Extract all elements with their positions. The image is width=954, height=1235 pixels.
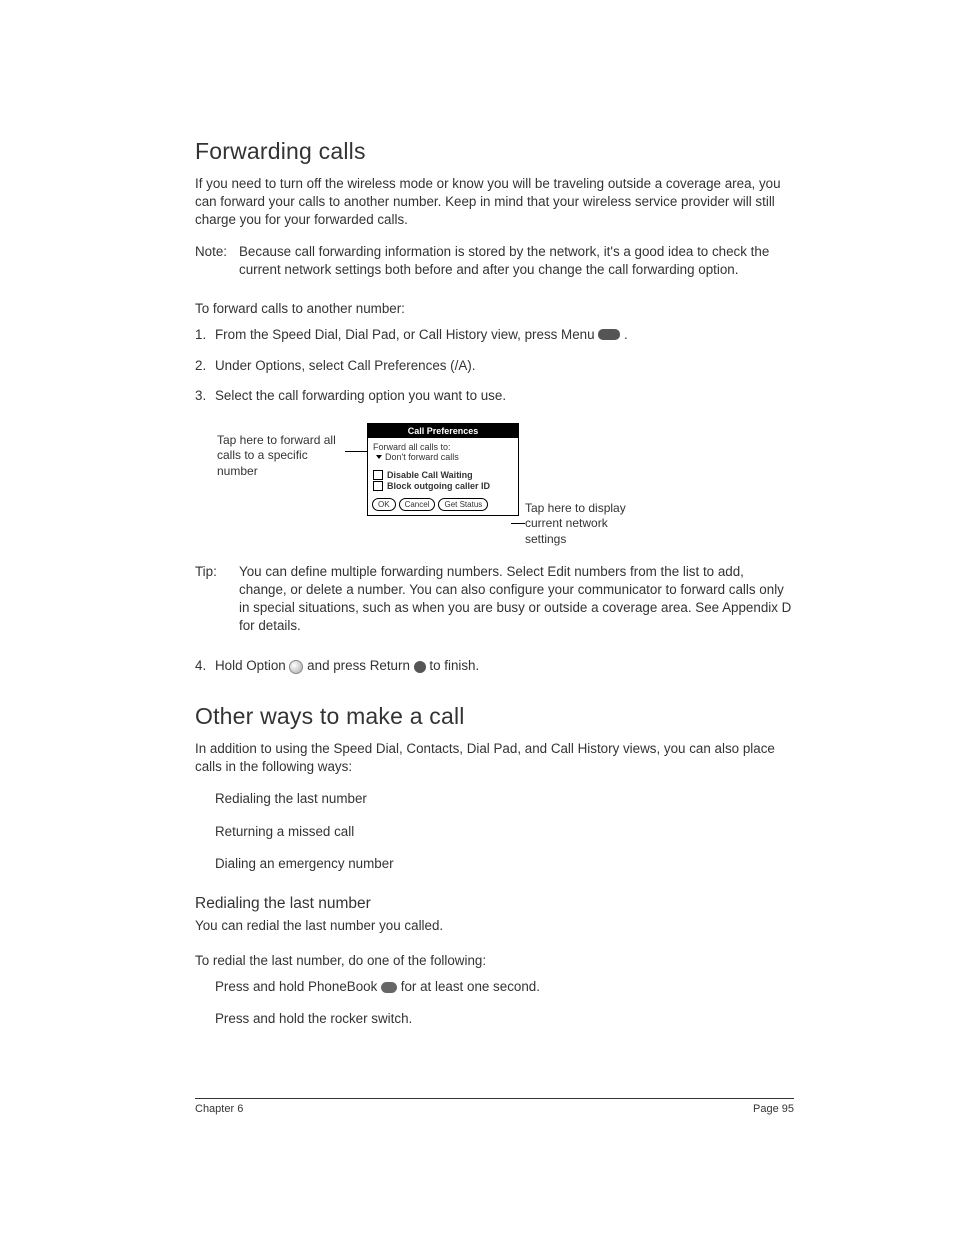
heading-forwarding-calls: Forwarding calls [195, 138, 794, 165]
call-preferences-buttons: OK Cancel Get Status [368, 495, 518, 515]
call-preferences-title: Call Preferences [368, 424, 518, 438]
subheading-to-forward: To forward calls to another number: [195, 301, 794, 316]
checkbox-block-caller-id: Block outgoing caller ID [373, 481, 513, 491]
checkbox-icon [373, 470, 383, 480]
list-item: Press and hold the rocker switch. [215, 1010, 794, 1028]
forward-all-value: Don't forward calls [373, 452, 513, 462]
list-item: Returning a missed call [215, 823, 794, 841]
menu-button-icon [598, 329, 620, 340]
forward-all-label: Forward all calls to: [373, 442, 513, 452]
note-label: Note: [195, 243, 239, 279]
dropdown-icon [376, 455, 382, 459]
heading-redialing: Redialing the last number [195, 895, 794, 913]
tip-label: Tip: [195, 563, 239, 635]
step-3: Select the call forwarding option you wa… [195, 387, 794, 405]
steps-list: From the Speed Dial, Dial Pad, or Call H… [195, 326, 794, 404]
callout-get-status: Tap here to display current network sett… [525, 501, 645, 548]
footer-chapter: Chapter 6 [195, 1103, 243, 1115]
call-preferences-diagram: Tap here to forward all calls to a speci… [195, 423, 794, 553]
step-4-number: 4. [195, 657, 215, 675]
redial-methods-list: Press and hold PhoneBook for at least on… [215, 978, 794, 1028]
page-footer: Chapter 6 Page 95 [195, 1098, 794, 1115]
cancel-button: Cancel [399, 498, 436, 511]
checkbox-disable-call-waiting: Disable Call Waiting [373, 470, 513, 480]
option-key-icon [289, 660, 303, 674]
step-4-text-a: Hold Option [215, 658, 289, 673]
heading-other-ways: Other ways to make a call [195, 703, 794, 730]
list-item: Press and hold PhoneBook for at least on… [215, 978, 794, 996]
paragraph-redial-intro: You can redial the last number you calle… [195, 917, 794, 935]
call-preferences-panel: Call Preferences Forward all calls to: D… [367, 423, 519, 516]
step-1-text: From the Speed Dial, Dial Pad, or Call H… [215, 327, 598, 342]
step-2: Under Options, select Call Preferences (… [195, 357, 794, 375]
get-status-button: Get Status [438, 498, 488, 511]
paragraph-other-intro: In addition to using the Speed Dial, Con… [195, 740, 794, 776]
other-ways-list: Redialing the last number Returning a mi… [215, 790, 794, 872]
note-block: Note: Because call forwarding informatio… [195, 243, 794, 279]
step-4-text-b: and press Return [307, 658, 413, 673]
list-item: Dialing an emergency number [215, 855, 794, 873]
note-text: Because call forwarding information is s… [239, 243, 794, 279]
phonebook-button-icon [381, 982, 397, 993]
footer-page-number: Page 95 [753, 1103, 794, 1115]
checkbox-icon [373, 481, 383, 491]
step-4-text-c: to finish. [429, 658, 479, 673]
step-4: 4. Hold Option and press Return to finis… [195, 657, 794, 675]
tip-text: You can define multiple forwarding numbe… [239, 563, 794, 635]
subheading-to-redial: To redial the last number, do one of the… [195, 953, 794, 968]
list-item: Redialing the last number [215, 790, 794, 808]
callout-forward-all: Tap here to forward all calls to a speci… [217, 433, 342, 480]
leader-line-right [511, 523, 525, 524]
return-key-icon [414, 661, 426, 673]
document-page: Forwarding calls If you need to turn off… [0, 0, 954, 1235]
tip-block: Tip: You can define multiple forwarding … [195, 563, 794, 635]
step-1: From the Speed Dial, Dial Pad, or Call H… [195, 326, 794, 344]
paragraph-forwarding-intro: If you need to turn off the wireless mod… [195, 175, 794, 229]
ok-button: OK [372, 498, 396, 511]
